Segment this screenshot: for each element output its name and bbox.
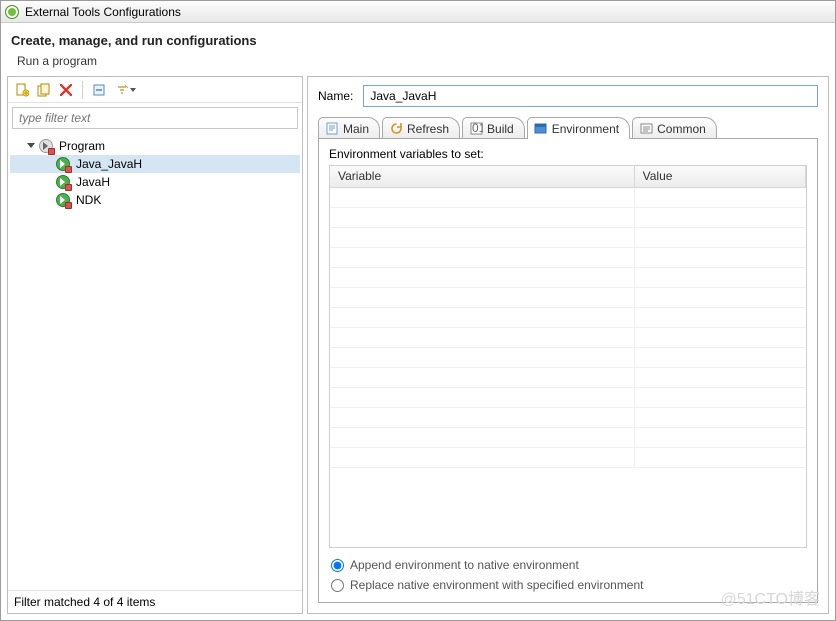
header-title: Create, manage, and run configurations: [11, 33, 825, 48]
tree-item-ndk[interactable]: NDK: [10, 191, 300, 209]
table-row[interactable]: [330, 188, 806, 208]
delete-icon: [60, 84, 72, 96]
config-tree[interactable]: Program Java_JavaH JavaH NDK: [8, 133, 302, 590]
filter-arrow-icon: [115, 83, 129, 97]
duplicate-config-button[interactable]: [34, 80, 54, 100]
delete-config-button[interactable]: [56, 80, 76, 100]
radio-replace[interactable]: Replace native environment with specifie…: [331, 578, 807, 592]
run-config-icon: [56, 157, 70, 171]
tab-strip: Main Refresh 010 Build Environment: [318, 115, 818, 139]
name-input[interactable]: [363, 85, 818, 107]
run-icon: [5, 5, 19, 19]
table-row[interactable]: [330, 328, 806, 348]
toolbar-separator: [82, 81, 83, 99]
environment-tab-icon: [534, 122, 548, 136]
new-config-button[interactable]: [12, 80, 32, 100]
column-variable[interactable]: Variable: [330, 166, 635, 187]
refresh-tab-icon: [389, 122, 403, 136]
table-row[interactable]: [330, 268, 806, 288]
table-row[interactable]: [330, 408, 806, 428]
env-vars-table[interactable]: Variable Value: [329, 165, 807, 548]
table-row[interactable]: [330, 308, 806, 328]
tab-environment[interactable]: Environment: [527, 117, 630, 139]
env-vars-label: Environment variables to set:: [329, 147, 807, 161]
program-category-icon: [39, 139, 53, 153]
tree-item-label: NDK: [76, 193, 101, 207]
table-row[interactable]: [330, 388, 806, 408]
filter-input[interactable]: [12, 107, 298, 129]
run-config-icon: [56, 193, 70, 207]
header-subtitle: Run a program: [17, 54, 825, 68]
tree-category-label: Program: [59, 139, 105, 153]
tree-item-label: Java_JavaH: [76, 157, 142, 171]
tree-toolbar: [8, 77, 302, 103]
tab-common[interactable]: Common: [632, 117, 717, 139]
environment-tab-content: Environment variables to set: Variable V…: [318, 139, 818, 603]
config-editor-pane: Name: Main Refresh 010: [307, 76, 829, 614]
common-tab-icon: [639, 122, 653, 136]
expand-icon[interactable]: [27, 143, 35, 148]
chevron-down-icon: [130, 88, 136, 92]
table-row[interactable]: [330, 348, 806, 368]
tab-build[interactable]: 010 Build: [462, 117, 525, 139]
table-row[interactable]: [330, 288, 806, 308]
external-tools-window: External Tools Configurations Create, ma…: [0, 0, 836, 621]
main-tab-icon: [325, 122, 339, 136]
header: Create, manage, and run configurations R…: [1, 23, 835, 76]
table-row[interactable]: [330, 208, 806, 228]
filter-status: Filter matched 4 of 4 items: [8, 590, 302, 613]
config-tabs: Main Refresh 010 Build Environment: [318, 115, 818, 603]
build-tab-icon: 010: [469, 122, 483, 136]
tree-item-label: JavaH: [76, 175, 110, 189]
configurations-tree-pane: Program Java_JavaH JavaH NDK Filter matc…: [7, 76, 303, 614]
radio-append[interactable]: Append environment to native environment: [331, 558, 807, 572]
tab-refresh[interactable]: Refresh: [382, 117, 460, 139]
env-mode-radios: Append environment to native environment…: [329, 558, 807, 592]
radio-replace-input[interactable]: [331, 579, 344, 592]
titlebar[interactable]: External Tools Configurations: [1, 1, 835, 23]
table-row[interactable]: [330, 248, 806, 268]
duplicate-icon: [37, 83, 51, 97]
window-title: External Tools Configurations: [25, 5, 181, 19]
table-row[interactable]: [330, 448, 806, 468]
column-value[interactable]: Value: [635, 166, 806, 187]
tab-main[interactable]: Main: [318, 117, 380, 139]
svg-text:010: 010: [472, 122, 483, 135]
tree-item-javah[interactable]: JavaH: [10, 173, 300, 191]
collapse-all-icon: [92, 83, 106, 97]
table-row[interactable]: [330, 368, 806, 388]
radio-append-input[interactable]: [331, 559, 344, 572]
tree-item-java-javah[interactable]: Java_JavaH: [10, 155, 300, 173]
tree-category-program[interactable]: Program: [10, 137, 300, 155]
filter-menu-button[interactable]: [111, 80, 139, 100]
collapse-all-button[interactable]: [89, 80, 109, 100]
table-body[interactable]: [330, 188, 806, 547]
table-row[interactable]: [330, 428, 806, 448]
table-row[interactable]: [330, 228, 806, 248]
table-header: Variable Value: [330, 166, 806, 188]
run-config-icon: [56, 175, 70, 189]
new-file-icon: [15, 83, 29, 97]
name-label: Name:: [318, 89, 353, 103]
